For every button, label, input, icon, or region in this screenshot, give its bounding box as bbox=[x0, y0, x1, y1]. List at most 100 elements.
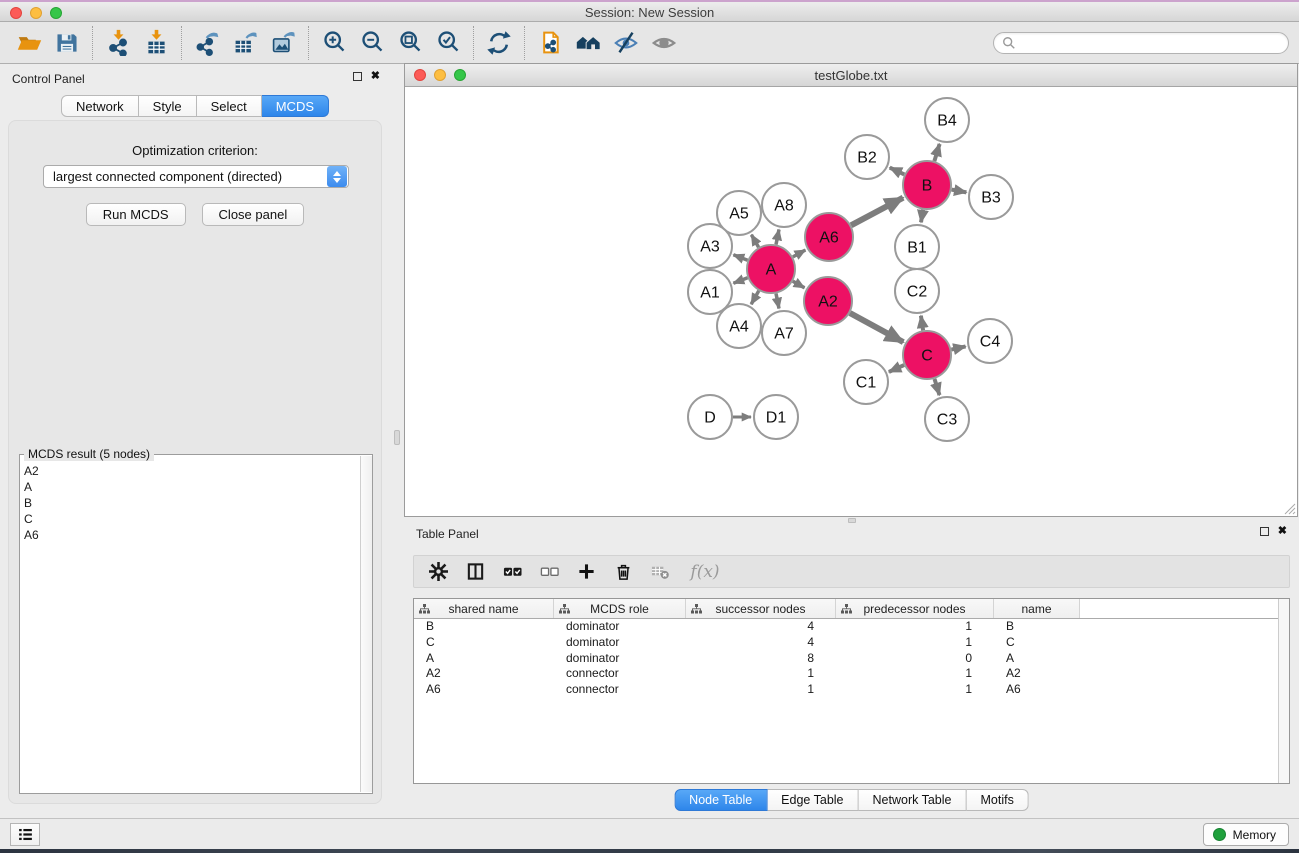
save-session-button[interactable] bbox=[48, 24, 86, 62]
tab-style[interactable]: Style bbox=[139, 95, 197, 117]
unselect-all-button[interactable] bbox=[535, 559, 563, 585]
network-window-titlebar[interactable]: testGlobe.txt bbox=[405, 64, 1297, 87]
resize-grip-icon[interactable] bbox=[1283, 502, 1296, 515]
edge-A-A5[interactable] bbox=[751, 235, 758, 248]
table-cell[interactable]: 1 bbox=[836, 619, 994, 635]
network-canvas[interactable]: B4B2BB3A8A5A6A3B1AC2A1A2A4A7C4CC1DD1C3 bbox=[405, 87, 1297, 516]
edge-A-A8[interactable] bbox=[776, 230, 779, 245]
open-session-button[interactable] bbox=[10, 24, 48, 62]
memory-button[interactable]: Memory bbox=[1203, 823, 1289, 846]
float-table-panel-icon[interactable] bbox=[1260, 527, 1269, 536]
criterion-select[interactable]: largest connected component (directed) bbox=[43, 165, 349, 188]
node-A2[interactable]: A2 bbox=[804, 277, 852, 325]
edge-C-C2[interactable] bbox=[921, 316, 923, 331]
edge-A-A7[interactable] bbox=[776, 294, 779, 309]
tab-edge-table[interactable]: Edge Table bbox=[767, 789, 858, 811]
node-D1[interactable]: D1 bbox=[754, 395, 798, 439]
edge-A6-B[interactable] bbox=[851, 198, 903, 226]
function-builder-button[interactable]: f(x) bbox=[683, 559, 727, 585]
node-D[interactable]: D bbox=[688, 395, 732, 439]
table-cell[interactable]: dominator bbox=[554, 651, 686, 667]
edge-C-C1[interactable] bbox=[889, 365, 904, 372]
table-cell[interactable]: 8 bbox=[686, 651, 836, 667]
node-C3[interactable]: C3 bbox=[925, 397, 969, 441]
edge-C-C3[interactable] bbox=[935, 379, 940, 395]
tab-network-table[interactable]: Network Table bbox=[859, 789, 967, 811]
edge-A-A4[interactable] bbox=[751, 291, 759, 304]
column-header-successor-nodes[interactable]: successor nodes bbox=[686, 599, 836, 618]
edge-B-B4[interactable] bbox=[934, 144, 939, 161]
table-row[interactable]: A2connector11A2 bbox=[414, 666, 1289, 682]
node-A[interactable]: A bbox=[747, 245, 795, 293]
zoom-selected-button[interactable] bbox=[429, 24, 467, 62]
edge-A2-C[interactable] bbox=[850, 313, 903, 342]
horizontal-splitter-handle[interactable] bbox=[848, 518, 856, 523]
select-all-button[interactable] bbox=[498, 559, 526, 585]
export-network-button[interactable] bbox=[188, 24, 226, 62]
close-panel-button[interactable]: Close panel bbox=[202, 203, 305, 226]
table-cell[interactable]: 1 bbox=[836, 635, 994, 651]
table-cell[interactable]: 1 bbox=[836, 682, 994, 698]
table-cell[interactable]: 1 bbox=[686, 682, 836, 698]
table-cell[interactable]: A2 bbox=[994, 666, 1080, 682]
edge-B-B2[interactable] bbox=[890, 168, 905, 175]
tab-mcds[interactable]: MCDS bbox=[262, 95, 329, 117]
column-header-predecessor-nodes[interactable]: predecessor nodes bbox=[836, 599, 994, 618]
table-cell[interactable]: 0 bbox=[836, 651, 994, 667]
edge-B-B3[interactable] bbox=[952, 190, 967, 193]
table-cell[interactable]: dominator bbox=[554, 635, 686, 651]
edge-A-A3[interactable] bbox=[733, 255, 747, 260]
table-cell[interactable]: 1 bbox=[836, 666, 994, 682]
table-cell[interactable]: C bbox=[994, 635, 1080, 651]
vertical-splitter-handle[interactable] bbox=[394, 430, 400, 445]
show-view-button[interactable] bbox=[645, 24, 683, 62]
close-table-panel-icon[interactable]: ✖ bbox=[1278, 527, 1287, 536]
result-scrollbar[interactable] bbox=[360, 456, 372, 792]
node-C4[interactable]: C4 bbox=[968, 319, 1012, 363]
edge-A-A2[interactable] bbox=[793, 281, 805, 288]
table-cell[interactable]: 1 bbox=[686, 666, 836, 682]
node-B3[interactable]: B3 bbox=[969, 175, 1013, 219]
edge-C-C4[interactable] bbox=[951, 346, 965, 349]
table-cell[interactable]: B bbox=[414, 619, 554, 635]
search-input[interactable] bbox=[1016, 36, 1280, 50]
add-column-button[interactable] bbox=[572, 559, 600, 585]
node-A4[interactable]: A4 bbox=[717, 304, 761, 348]
zoom-fit-button[interactable] bbox=[391, 24, 429, 62]
result-item[interactable]: A bbox=[24, 479, 359, 495]
search-field[interactable] bbox=[993, 32, 1289, 54]
table-cell[interactable]: A6 bbox=[994, 682, 1080, 698]
run-mcds-button[interactable]: Run MCDS bbox=[86, 203, 186, 226]
table-cell[interactable]: A2 bbox=[414, 666, 554, 682]
node-B[interactable]: B bbox=[903, 161, 951, 209]
table-cell[interactable]: C bbox=[414, 635, 554, 651]
table-cell[interactable]: 4 bbox=[686, 619, 836, 635]
table-cell[interactable]: dominator bbox=[554, 619, 686, 635]
table-settings-button[interactable] bbox=[424, 559, 452, 585]
table-cell[interactable]: A bbox=[414, 651, 554, 667]
delete-table-button[interactable] bbox=[646, 559, 674, 585]
edge-A-A6[interactable] bbox=[793, 250, 806, 257]
show-columns-button[interactable] bbox=[461, 559, 489, 585]
result-item[interactable]: A2 bbox=[24, 463, 359, 479]
edge-B-B1[interactable] bbox=[921, 210, 923, 223]
table-scrollbar[interactable] bbox=[1278, 599, 1289, 783]
hide-panels-button[interactable] bbox=[607, 24, 645, 62]
delete-column-button[interactable] bbox=[609, 559, 637, 585]
horizontal-splitter[interactable] bbox=[404, 517, 1299, 524]
table-row[interactable]: Bdominator41B bbox=[414, 619, 1289, 635]
result-item[interactable]: A6 bbox=[24, 527, 359, 543]
table-cell[interactable]: A6 bbox=[414, 682, 554, 698]
node-A3[interactable]: A3 bbox=[688, 224, 732, 268]
export-image-button[interactable] bbox=[264, 24, 302, 62]
task-history-button[interactable] bbox=[10, 823, 40, 846]
node-C2[interactable]: C2 bbox=[895, 269, 939, 313]
tab-network[interactable]: Network bbox=[61, 95, 139, 117]
refresh-button[interactable] bbox=[480, 24, 518, 62]
import-network-button[interactable] bbox=[99, 24, 137, 62]
import-table-button[interactable] bbox=[137, 24, 175, 62]
zoom-out-button[interactable] bbox=[353, 24, 391, 62]
node-B1[interactable]: B1 bbox=[895, 225, 939, 269]
new-network-from-selection-button[interactable] bbox=[531, 24, 569, 62]
result-item[interactable]: C bbox=[24, 511, 359, 527]
